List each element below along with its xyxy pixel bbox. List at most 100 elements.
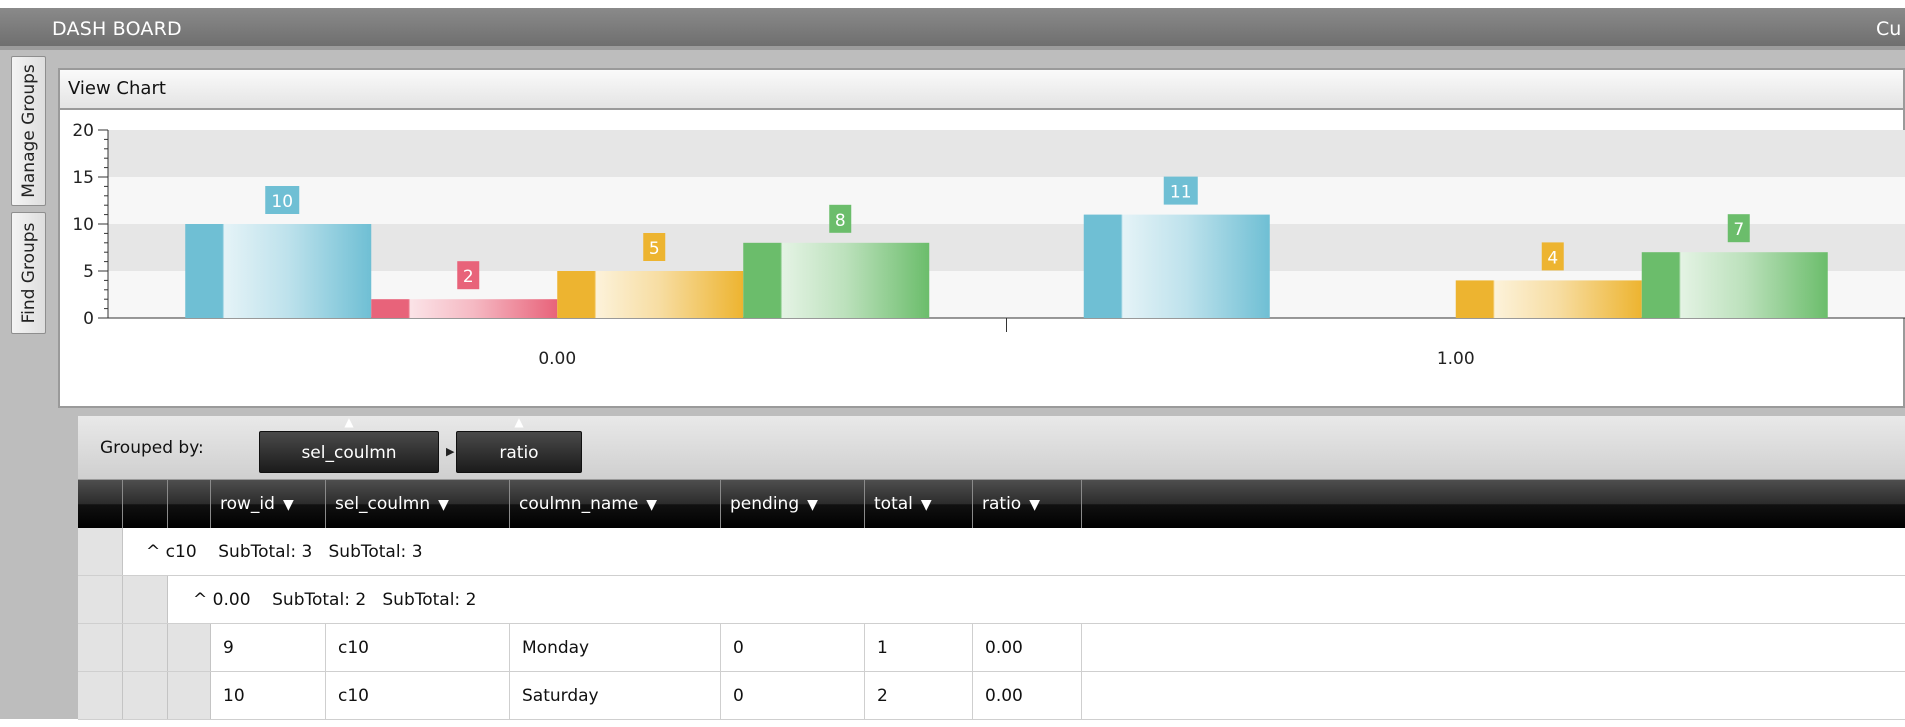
chevron-right-icon: ▶ — [446, 445, 455, 458]
grouping-bar: Grouped by: ▲ sel_coulmn ▶ ▲ ratio — [78, 416, 1905, 480]
bar-chart: 0 5 10 15 20 0.00 1.00 10 2 5 8 11 4 7 — [72, 121, 1905, 369]
column-header-pending[interactable]: pending ▼ — [721, 480, 865, 528]
group-label: 0.00 — [212, 590, 251, 610]
group-subtotal: SubTotal: 2 — [382, 590, 477, 610]
group-indent — [168, 624, 211, 671]
grid-band — [108, 177, 1905, 224]
y-tick-label: 5 — [83, 262, 94, 282]
find-groups-tab[interactable]: Find Groups — [11, 212, 46, 334]
cell-total[interactable]: 1 — [865, 624, 973, 671]
table-row[interactable]: 9 c10 Monday 0 1 0.00 — [78, 624, 1905, 672]
cell-coulmn-name[interactable]: Monday — [510, 624, 721, 671]
data-label: 2 — [463, 267, 474, 287]
group-row-header: ^ c10 SubTotal: 3 SubTotal: 3 — [146, 528, 423, 576]
filter-icon[interactable]: ▼ — [1029, 481, 1040, 529]
manage-groups-tab-label: Manage Groups — [18, 64, 39, 198]
group-indent — [123, 672, 168, 719]
y-tick-label: 15 — [72, 168, 94, 188]
cell-sel-coulmn[interactable]: c10 — [326, 672, 510, 719]
cell-ratio[interactable]: 0.00 — [973, 672, 1082, 719]
grouped-by-label: Grouped by: — [100, 438, 204, 458]
chart-header: View Chart — [60, 70, 1903, 110]
grid-band — [108, 224, 1905, 271]
cell-row-id[interactable]: 9 — [211, 624, 326, 671]
data-label: 10 — [271, 192, 293, 212]
table-row[interactable]: 10 c10 Saturday 0 2 0.00 — [78, 672, 1905, 720]
bar — [371, 299, 558, 318]
cell-coulmn-name[interactable]: Saturday — [510, 672, 721, 719]
bar — [1083, 214, 1270, 318]
group-subtotal: SubTotal: 2 — [272, 590, 367, 610]
data-label: 5 — [649, 239, 660, 259]
collapse-toggle-icon[interactable]: ^ — [193, 590, 207, 610]
data-label: 11 — [1170, 183, 1192, 203]
column-header-label: ratio — [982, 494, 1022, 514]
row-indicator — [78, 576, 123, 623]
group-indent — [123, 576, 168, 623]
data-label: 7 — [1733, 220, 1744, 240]
y-tick-label: 0 — [83, 309, 94, 329]
column-header-total[interactable]: total ▼ — [865, 480, 973, 528]
sort-asc-icon: ▲ — [344, 415, 354, 429]
row-indicator — [78, 672, 123, 719]
row-indicator — [78, 528, 123, 575]
column-header-coulmn-name[interactable]: coulmn_name ▼ — [510, 480, 721, 528]
chart-panel: View Chart 0 5 10 15 20 0.00 1.00 10 2 5 8 11 4 7 — [58, 68, 1905, 408]
cell-pending[interactable]: 0 — [721, 672, 865, 719]
group-row-header: ^ 0.00 SubTotal: 2 SubTotal: 2 — [193, 576, 476, 624]
group-row-c10[interactable]: ^ c10 SubTotal: 3 SubTotal: 3 — [78, 528, 1905, 576]
sort-asc-icon: ▲ — [514, 415, 524, 429]
grid-band — [108, 130, 1905, 177]
data-label: 8 — [835, 211, 846, 231]
cell-pending[interactable]: 0 — [721, 624, 865, 671]
column-header-sel-coulmn[interactable]: sel_coulmn ▼ — [326, 480, 510, 528]
bar — [1641, 252, 1828, 318]
filter-icon[interactable]: ▼ — [646, 481, 657, 529]
filter-icon[interactable]: ▼ — [921, 481, 932, 529]
title-bar: DASH BOARD Cu — [0, 8, 1905, 50]
cell-ratio[interactable]: 0.00 — [973, 624, 1082, 671]
chart-title: View Chart — [68, 78, 166, 99]
app-shell: DASH BOARD Cu Manage Groups Find Groups … — [0, 8, 1905, 727]
column-header-label: coulmn_name — [519, 494, 639, 514]
header-spacer — [123, 480, 168, 528]
column-header-label: pending — [730, 494, 800, 514]
column-header-row-id[interactable]: row_id ▼ — [211, 480, 326, 528]
page-title: DASH BOARD — [52, 18, 182, 40]
x-tick-label: 1.00 — [1437, 349, 1475, 369]
grid-header-row: row_id ▼ sel_coulmn ▼ coulmn_name ▼ pending… — [78, 480, 1905, 528]
manage-groups-tab[interactable]: Manage Groups — [11, 56, 46, 206]
bar — [557, 271, 744, 318]
group-row-0-00[interactable]: ^ 0.00 SubTotal: 2 SubTotal: 2 — [78, 576, 1905, 624]
header-spacer — [168, 480, 211, 528]
group-indent — [123, 624, 168, 671]
find-groups-tab-label: Find Groups — [18, 222, 39, 324]
group-label: c10 — [165, 542, 197, 562]
cell-row-id[interactable]: 10 — [211, 672, 326, 719]
column-header-ratio[interactable]: ratio ▼ — [973, 480, 1082, 528]
cell-total[interactable]: 2 — [865, 672, 973, 719]
cell-sel-coulmn[interactable]: c10 — [326, 624, 510, 671]
filter-icon[interactable]: ▼ — [807, 481, 818, 529]
data-grid: Grouped by: ▲ sel_coulmn ▶ ▲ ratio row_i… — [78, 416, 1905, 727]
collapse-toggle-icon[interactable]: ^ — [146, 542, 160, 562]
x-tick-label: 0.00 — [538, 349, 576, 369]
y-tick-label: 20 — [72, 121, 94, 141]
group-subtotal: SubTotal: 3 — [218, 542, 313, 562]
filter-icon[interactable]: ▼ — [438, 481, 449, 529]
header-spacer — [78, 480, 123, 528]
bar — [1455, 280, 1642, 318]
group-chip-label: sel_coulmn — [301, 443, 397, 463]
column-header-label: total — [874, 494, 913, 514]
group-chip-label: ratio — [499, 443, 539, 463]
group-chip-ratio[interactable]: ▲ ratio — [456, 416, 582, 473]
bar — [185, 224, 372, 318]
group-chip-sel-coulmn[interactable]: ▲ sel_coulmn — [259, 416, 439, 473]
filter-icon[interactable]: ▼ — [283, 481, 294, 529]
group-indent — [168, 672, 211, 719]
data-label: 4 — [1547, 248, 1558, 268]
column-header-label: row_id — [220, 494, 275, 514]
group-subtotal: SubTotal: 3 — [328, 542, 423, 562]
column-header-label: sel_coulmn — [335, 494, 431, 514]
y-tick-label: 10 — [72, 215, 94, 235]
